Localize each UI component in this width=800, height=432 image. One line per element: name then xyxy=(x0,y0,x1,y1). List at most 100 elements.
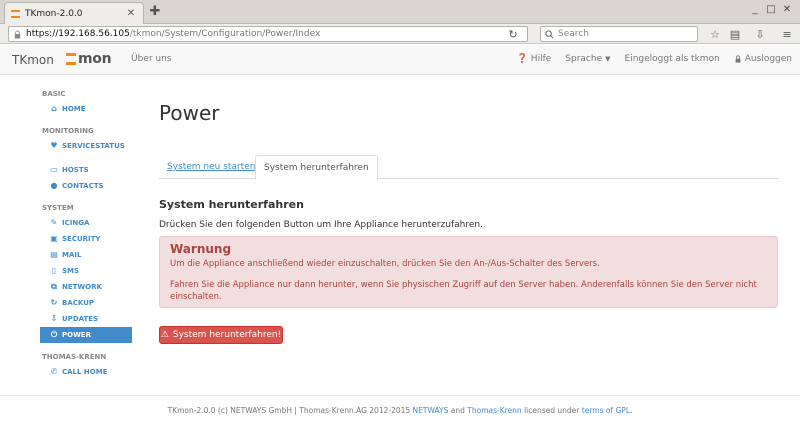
footer-copyright: TKmon-2.0.0 (c) NETWAYS GmbH | Thomas-Kr… xyxy=(167,406,411,415)
sidebar-item-label: POWER xyxy=(62,331,91,339)
download-icon: ⇩ xyxy=(50,314,58,323)
app-header: TKmon mon Über uns ❓ Hilfe Sprache ▼ Ein… xyxy=(0,45,800,75)
minimize-window-icon[interactable]: _ xyxy=(748,4,762,15)
help-label: Hilfe xyxy=(530,54,552,64)
section-title: System herunterfahren xyxy=(159,198,304,211)
sidebar-item-label: NETWORK xyxy=(62,283,102,291)
shutdown-button[interactable]: ⚠ System herunterfahren! xyxy=(159,326,283,344)
sidebar-item-label: SMS xyxy=(62,267,80,275)
shutdown-button-label: System herunterfahren! xyxy=(172,330,282,340)
tab-title: TKmon-2.0.0 xyxy=(25,8,83,19)
browser-tab[interactable]: TKmon-2.0.0 ✕ xyxy=(4,2,144,24)
sidebar-item-label: MAIL xyxy=(62,251,82,259)
sidebar-item-label: ICINGA xyxy=(62,219,90,227)
search-input[interactable]: Search xyxy=(558,29,589,39)
warning-icon: ⚠ xyxy=(160,330,169,340)
sidebar-section-title: MONITORING xyxy=(42,127,94,135)
logo-mark-icon xyxy=(66,52,76,66)
tkmon-logo[interactable]: mon xyxy=(66,51,112,67)
sidebar-item-security[interactable]: ▣ SECURITY xyxy=(40,231,132,247)
brand-name[interactable]: TKmon xyxy=(12,53,54,67)
gpl-link[interactable]: terms of GPL xyxy=(582,406,630,415)
alert-title: Warnung xyxy=(170,242,232,256)
sidebar-item-icinga[interactable]: ✎ ICINGA xyxy=(40,215,132,231)
close-window-icon[interactable]: ✕ xyxy=(780,4,794,15)
sidebar-item-label: CONTACTS xyxy=(62,182,104,190)
language-dropdown[interactable]: Sprache ▼ xyxy=(565,54,610,64)
sidebar-item-backup[interactable]: ↻ BACKUP xyxy=(40,295,132,311)
phone-icon: ▯ xyxy=(51,266,57,275)
heart-icon: ♥ xyxy=(50,141,58,150)
alert-text-1: Um die Appliance anschließend wieder ein… xyxy=(170,259,600,269)
search-bar[interactable]: Search xyxy=(540,26,698,42)
power-icon: ⏻ xyxy=(50,330,58,339)
sidebar-item-power[interactable]: ⏻ POWER xyxy=(40,327,132,343)
netways-link[interactable]: NETWAYS xyxy=(413,406,449,415)
lock-icon xyxy=(14,29,21,39)
lock-icon xyxy=(735,55,741,63)
sidebar-item-call-home[interactable]: ✆ CALL HOME xyxy=(40,364,132,380)
home-icon: ⌂ xyxy=(51,104,57,113)
sidebar-item-contacts[interactable]: ● CONTACTS xyxy=(40,178,132,194)
inbox-icon: ▤ xyxy=(50,250,58,259)
bookmark-star-icon[interactable]: ☆ xyxy=(708,27,722,41)
url-bar[interactable]: https://192.168.56.105/tkmon/System/Conf… xyxy=(8,26,528,42)
warning-alert: Warnung Um die Appliance anschließend wi… xyxy=(159,236,778,308)
sidebar-item-label: CALL HOME xyxy=(62,368,108,376)
sidebar-item-label: HOME xyxy=(62,105,86,113)
lock-icon: ▣ xyxy=(50,234,58,243)
caret-down-icon: ▼ xyxy=(605,55,611,63)
search-icon xyxy=(545,29,554,39)
about-link[interactable]: Über uns xyxy=(131,54,172,64)
help-link[interactable]: ❓ Hilfe xyxy=(517,54,552,64)
footer-and: and xyxy=(450,406,465,415)
sitemap-icon: ⧉ xyxy=(51,282,57,291)
logged-in-user: Eingeloggt als tkmon xyxy=(624,54,720,64)
tab-restart[interactable]: System neu starten xyxy=(159,155,263,179)
page-title: Power xyxy=(159,101,220,125)
logout-link[interactable]: Ausloggen xyxy=(734,54,792,64)
header-right-menu: ❓ Hilfe Sprache ▼ Eingeloggt als tkmon A… xyxy=(517,54,792,64)
help-icon: ❓ xyxy=(516,54,528,64)
main-content: Power System neu starten System herunter… xyxy=(159,96,779,344)
sidebar-section-title: SYSTEM xyxy=(42,204,74,212)
sidebar-section-title: BASIC xyxy=(42,90,66,98)
sidebar-item-label: UPDATES xyxy=(62,315,99,323)
user-icon: ● xyxy=(50,181,58,190)
url-text: https://192.168.56.105/tkmon/System/Conf… xyxy=(26,29,321,39)
sidebar-item-hosts[interactable]: ▭ HOSTS xyxy=(40,162,132,178)
sidebar-item-mail[interactable]: ▤ MAIL xyxy=(40,247,132,263)
footer-period: . xyxy=(630,406,633,415)
sidebar-item-label: HOSTS xyxy=(62,166,89,174)
reading-list-icon[interactable]: ▤ xyxy=(728,27,742,41)
thomas-krenn-link[interactable]: Thomas-Krenn xyxy=(467,406,521,415)
alert-text-2: Fahren Sie die Appliance nur dann herunt… xyxy=(170,280,757,302)
tkmon-favicon-icon xyxy=(11,9,20,19)
sidebar-item-network[interactable]: ⧉ NETWORK xyxy=(40,279,132,295)
phone-call-icon: ✆ xyxy=(50,367,58,376)
download-icon[interactable]: ⇩ xyxy=(753,27,767,41)
sidebar-item-servicestatus[interactable]: ♥ SERVICESTATUS xyxy=(40,138,132,154)
close-tab-icon[interactable]: ✕ xyxy=(125,8,137,19)
menu-icon[interactable]: ≡ xyxy=(780,27,794,41)
tab-shutdown[interactable]: System herunterfahren xyxy=(255,155,378,180)
logo-text: mon xyxy=(78,51,112,67)
sidebar: BASIC ⌂ HOME MONITORING ♥ SERVICESTATUS ▭ HOSTS… xyxy=(40,88,132,380)
wrench-icon: ✎ xyxy=(50,218,58,227)
sidebar-item-home[interactable]: ⌂ HOME xyxy=(40,101,132,117)
refresh-icon: ↻ xyxy=(50,298,58,307)
section-description: Drücken Sie den folgenden Button um Ihre… xyxy=(159,220,483,230)
sidebar-item-label: BACKUP xyxy=(62,299,95,307)
new-tab-icon[interactable]: ✚ xyxy=(148,4,162,19)
footer-licensed: licensed under xyxy=(524,406,580,415)
sidebar-item-label: SERVICESTATUS xyxy=(62,142,125,150)
browser-navbar: https://192.168.56.105/tkmon/System/Conf… xyxy=(0,24,800,44)
browser-tabstrip: TKmon-2.0.0 ✕ ✚ _ □ ✕ xyxy=(0,0,800,24)
sidebar-item-sms[interactable]: ▯ SMS xyxy=(40,263,132,279)
logout-label: Ausloggen xyxy=(744,54,792,64)
sidebar-item-updates[interactable]: ⇩ UPDATES xyxy=(40,311,132,327)
language-label: Sprache xyxy=(565,54,603,64)
maximize-window-icon[interactable]: □ xyxy=(764,4,778,15)
monitor-icon: ▭ xyxy=(50,165,58,174)
reload-icon[interactable]: ↻ xyxy=(504,26,522,42)
